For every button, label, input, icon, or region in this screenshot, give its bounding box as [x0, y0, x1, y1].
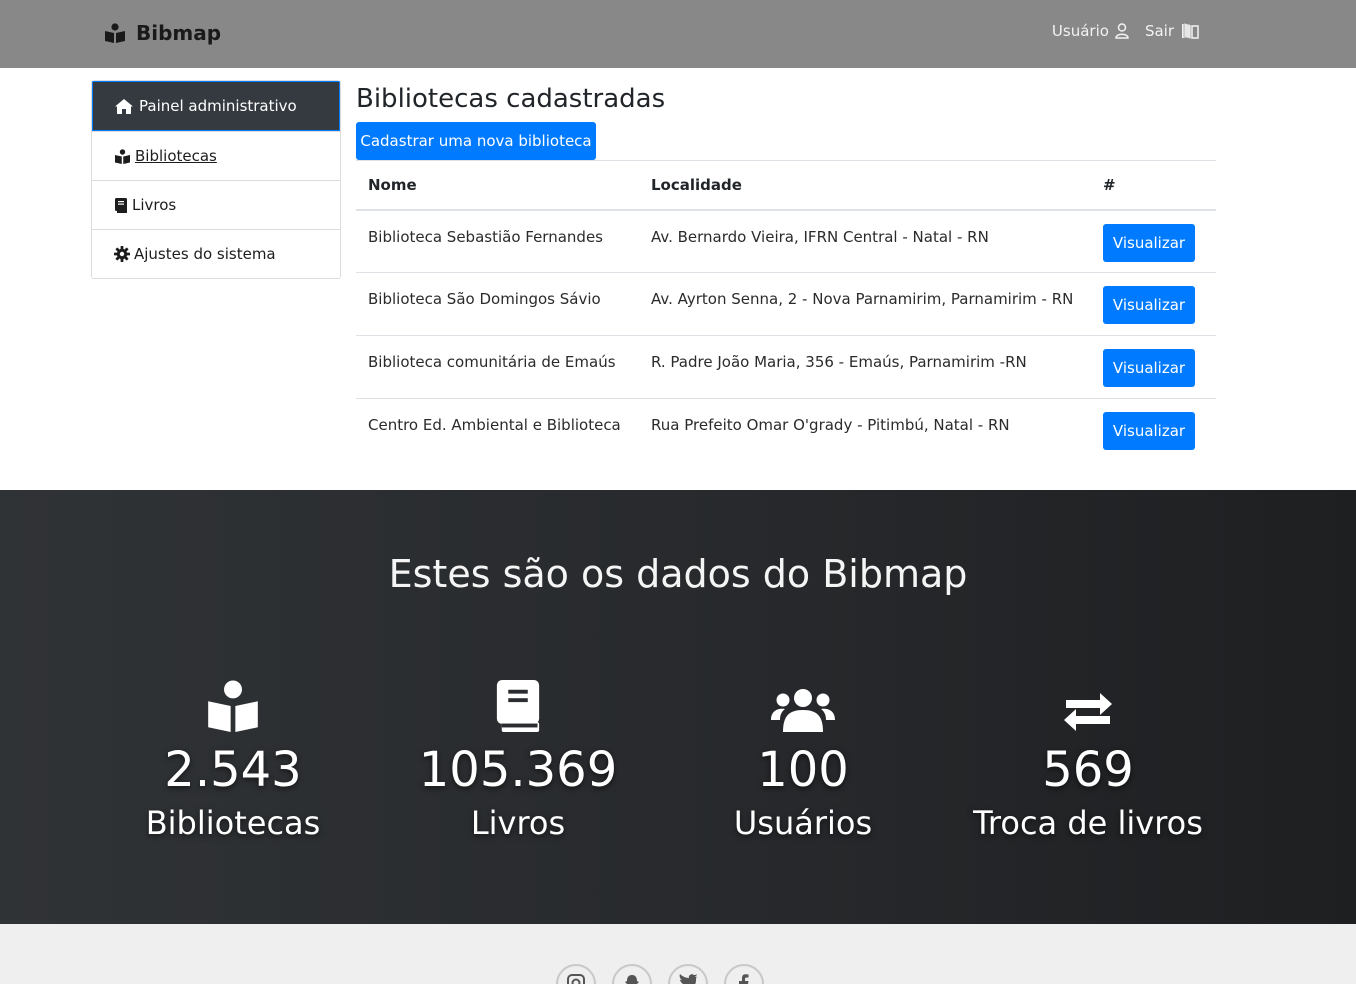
- brand[interactable]: Bibmap: [104, 21, 221, 45]
- main-content: Bibliotecas cadastradas Cadastrar uma no…: [356, 80, 1216, 450]
- stat-trocas: 569 Troca de livros: [958, 670, 1218, 842]
- cell-nome: Centro Ed. Ambiental e Biblioteca: [368, 416, 621, 434]
- stat-label: Usuários: [733, 804, 873, 842]
- brand-name: Bibmap: [136, 21, 222, 45]
- table-row: Biblioteca comunitária de Emaús R. Padre…: [356, 335, 1216, 399]
- sidebar-item-label: Painel administrativo: [139, 97, 297, 115]
- sidebar-item-painel[interactable]: Painel administrativo: [92, 81, 340, 131]
- view-button[interactable]: Visualizar: [1103, 223, 1195, 262]
- logout-link[interactable]: Sair: [1145, 22, 1200, 40]
- view-button[interactable]: Visualizar: [1103, 286, 1195, 324]
- top-navbar: Bibmap Usuário Sair: [0, 0, 1356, 68]
- exchange-icon: [1064, 693, 1112, 731]
- stat-label: Troca de livros: [973, 804, 1203, 842]
- stat-livros: 105.369 Livros: [388, 670, 648, 842]
- instagram-icon[interactable]: [556, 964, 596, 984]
- sidebar-item-livros[interactable]: Livros: [92, 180, 340, 229]
- stat-value: 105.369: [418, 742, 618, 798]
- column-header-localidade: Localidade: [639, 160, 1091, 211]
- stat-usuarios: 100 Usuários: [673, 670, 933, 842]
- libraries-table: Nome Localidade # Biblioteca Sebastião F…: [356, 160, 1216, 462]
- sidebar-item-bibliotecas[interactable]: Bibliotecas: [92, 131, 340, 180]
- cell-nome: Biblioteca Sebastião Fernandes: [356, 209, 639, 273]
- view-button[interactable]: Visualizar: [1103, 349, 1195, 387]
- table-row: Biblioteca São Domingos Sávio Av. Ayrton…: [356, 272, 1216, 336]
- reader-icon: [105, 23, 125, 43]
- stat-label: Bibliotecas: [145, 804, 321, 842]
- column-header-actions: #: [1091, 160, 1216, 211]
- stats-section: Estes são os dados do Bibmap 2.543 Bibli…: [0, 490, 1356, 924]
- stat-bibliotecas: 2.543 Bibliotecas: [103, 670, 363, 842]
- sidebar: Painel administrativo Bibliotecas Livros: [91, 80, 341, 279]
- stat-label: Livros: [470, 804, 566, 842]
- stat-value: 100: [757, 742, 849, 798]
- home-icon: [115, 98, 133, 114]
- cell-localidade: Av. Ayrton Senna, 2 - Nova Parnamirim, P…: [639, 272, 1091, 336]
- reader-icon: [115, 148, 130, 164]
- add-library-button[interactable]: Cadastrar uma nova biblioteca: [356, 122, 596, 160]
- snapchat-icon[interactable]: [612, 964, 652, 984]
- view-button[interactable]: Visualizar: [1103, 412, 1195, 450]
- sidebar-item-label: Livros: [132, 196, 177, 214]
- cell-localidade: R. Padre João Maria, 356 - Emaús, Parnam…: [639, 335, 1091, 399]
- reader-icon: [208, 680, 258, 732]
- stat-value: 2.543: [164, 742, 302, 798]
- twitter-icon[interactable]: [668, 964, 708, 984]
- page-title: Bibliotecas cadastradas: [356, 84, 666, 114]
- cell-nome: Biblioteca São Domingos Sávio: [356, 272, 639, 336]
- book-icon: [115, 197, 127, 213]
- logout-link-label: Sair: [1144, 22, 1174, 40]
- cell-nome: Biblioteca comunitária de Emaús: [356, 335, 639, 399]
- stat-value: 569: [1042, 742, 1134, 798]
- facebook-icon[interactable]: [724, 964, 764, 984]
- user-link[interactable]: Usuário: [1052, 22, 1129, 40]
- user-icon: [1115, 23, 1129, 39]
- sidebar-item-label: Ajustes do sistema: [134, 245, 276, 263]
- stats-title: Estes são os dados do Bibmap: [388, 552, 968, 596]
- column-header-nome: Nome: [356, 160, 639, 211]
- table-row: Centro Ed. Ambiental e Biblioteca Rua Pr…: [356, 399, 1216, 462]
- table-row: Biblioteca Sebastião Fernandes Av. Berna…: [356, 209, 1216, 273]
- sidebar-item-label: Bibliotecas: [135, 147, 217, 165]
- cell-localidade: Rua Prefeito Omar O'grady - Pitimbú, Nat…: [651, 416, 1010, 434]
- sidebar-item-ajustes[interactable]: Ajustes do sistema: [92, 229, 340, 278]
- user-link-label: Usuário: [1051, 22, 1109, 40]
- door-exit-icon: [1182, 23, 1199, 39]
- book-icon: [496, 680, 540, 732]
- footer: [0, 924, 1356, 984]
- users-icon: [771, 689, 835, 732]
- cell-localidade: Av. Bernardo Vieira, IFRN Central - Nata…: [639, 209, 1091, 273]
- gear-icon: [114, 246, 130, 262]
